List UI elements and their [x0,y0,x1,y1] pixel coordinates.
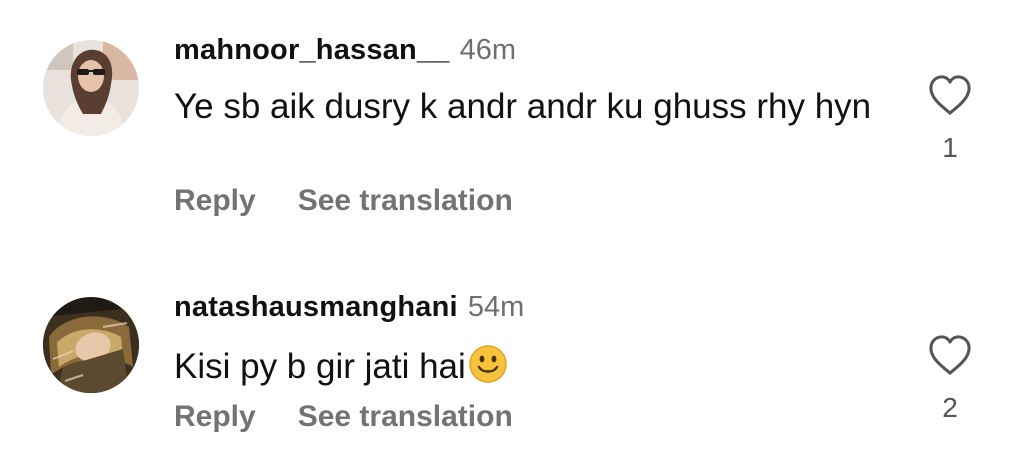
user-photo-avatar-icon [43,40,139,136]
slightly-smiling-face-emoji-icon [468,344,508,384]
comment-header: natashausmanghani 54m [174,291,524,324]
timestamp: 54m [467,291,525,323]
comment-text: Ye sb aik dusry k andr andr ku ghuss rhy… [174,87,872,126]
comment-item: mahnoor_hassan__ 46m Ye sb aik dusry k an… [0,0,1024,240]
heart-outline-icon[interactable] [927,74,973,116]
heart-outline-icon[interactable] [927,334,973,376]
like-count: 1 [942,132,958,163]
see-translation-button[interactable]: See translation [298,184,513,217]
reply-button[interactable]: Reply [174,400,256,433]
comment-item: natashausmanghani 54m Kisi py b gir jati … [0,270,1024,471]
like-count: 2 [942,392,958,423]
comment-header: mahnoor_hassan__ 46m [174,34,516,67]
comment-actions: Reply See translation [174,400,513,434]
like-control: 2 [927,334,973,424]
avatar[interactable] [43,40,139,136]
see-translation-button[interactable]: See translation [298,400,513,433]
username[interactable]: mahnoor_hassan__ [174,34,450,66]
comment-text: Kisi py b gir jati hai [174,347,466,386]
timestamp: 46m [459,34,517,66]
avatar[interactable] [43,297,139,393]
username[interactable]: natashausmanghani [174,291,458,323]
comment-text-container: Kisi py b gir jati hai [174,344,874,390]
like-control: 1 [927,74,973,164]
user-photo-avatar-icon [43,297,139,393]
comment-actions: Reply See translation [174,184,513,218]
reply-button[interactable]: Reply [174,184,256,217]
